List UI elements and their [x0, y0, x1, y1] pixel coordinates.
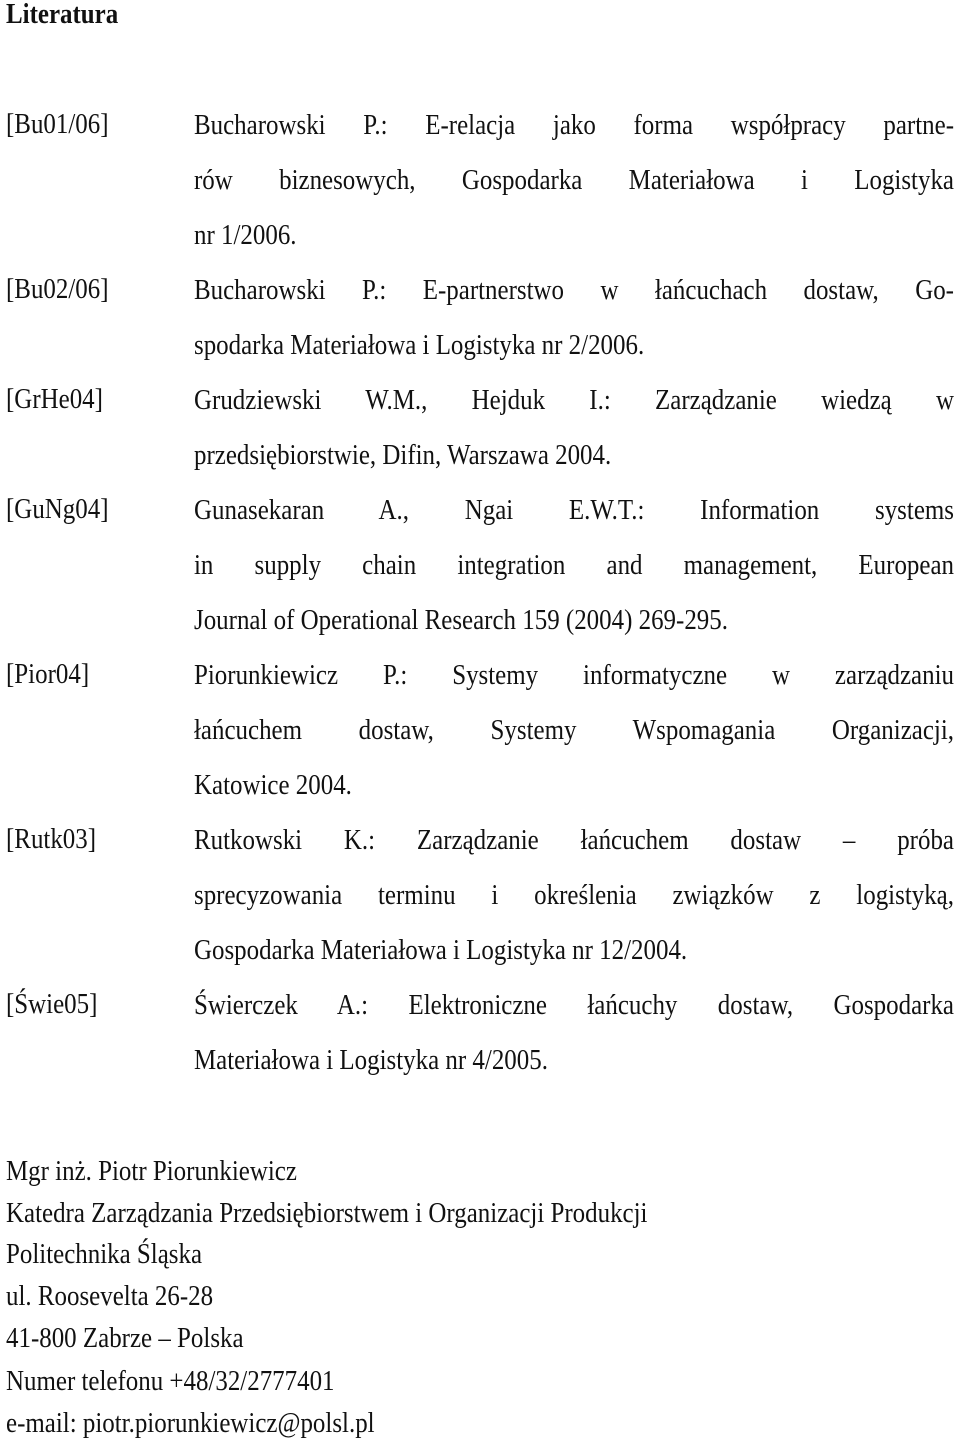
- reference-text-line: Rutkowski K.: Zarządzanie łańcuchem dost…: [194, 822, 954, 858]
- reference-text: Gospodarka Materiałowa i Logistyka nr 12…: [194, 934, 688, 966]
- reference-text-line: Gospodarka Materiałowa i Logistyka nr 12…: [194, 932, 954, 968]
- reference-text-line: przedsiębiorstwie, Difin, Warszawa 2004.: [194, 437, 954, 473]
- reference-key: [GuNg04]: [6, 493, 109, 525]
- reference-text-line: Katowice 2004.: [194, 767, 954, 803]
- reference-text-line: nr 1/2006.: [194, 217, 954, 253]
- reference-text: Rutkowski K.: Zarządzanie łańcuchem dost…: [194, 824, 954, 856]
- reference-text-line: sprecyzowania terminu i określenia związ…: [194, 877, 954, 913]
- reference-key: [Bu01/06]: [6, 108, 109, 140]
- reference-text-line: in supply chain integration and manageme…: [194, 547, 954, 583]
- reference-text: rów biznesowych, Gospodarka Materiałowa …: [194, 164, 954, 196]
- reference-key: [Świe05]: [6, 988, 98, 1020]
- reference-key: [Bu02/06]: [6, 273, 109, 305]
- reference-text-line: Materiałowa i Logistyka nr 4/2005.: [194, 1042, 954, 1078]
- reference-key: [Rutk03]: [6, 823, 97, 855]
- author-email[interactable]: e-mail: piotr.piorunkiewicz@polsl.pl: [6, 1407, 375, 1440]
- reference-text-line: Świerczek A.: Elektroniczne łańcuchy dos…: [194, 987, 954, 1023]
- reference-text-line: Journal of Operational Research 159 (200…: [194, 602, 954, 638]
- reference-text: Świerczek A.: Elektroniczne łańcuchy dos…: [194, 989, 954, 1021]
- reference-text: przedsiębiorstwie, Difin, Warszawa 2004.: [194, 439, 612, 471]
- reference-text: łańcuchem dostaw, Systemy Wspomagania Or…: [194, 714, 954, 746]
- reference-text: spodarka Materiałowa i Logistyka nr 2/20…: [194, 329, 645, 361]
- reference-text-line: Bucharowski P.: E-partnerstwo w łańcucha…: [194, 272, 954, 308]
- reference-text: Materiałowa i Logistyka nr 4/2005.: [194, 1044, 548, 1076]
- reference-text-line: Bucharowski P.: E-relacja jako forma wsp…: [194, 107, 954, 143]
- reference-text: Gunasekaran A., Ngai E.W.T.: Information…: [194, 494, 954, 526]
- reference-text-line: Piorunkiewicz P.: Systemy informatyczne …: [194, 657, 954, 693]
- reference-text: nr 1/2006.: [194, 219, 297, 251]
- reference-text-line: łańcuchem dostaw, Systemy Wspomagania Or…: [194, 712, 954, 748]
- reference-text: Piorunkiewicz P.: Systemy informatyczne …: [194, 659, 954, 691]
- reference-text-line: spodarka Materiałowa i Logistyka nr 2/20…: [194, 327, 954, 363]
- reference-text-line: rów biznesowych, Gospodarka Materiałowa …: [194, 162, 954, 198]
- section-heading: Literatura: [6, 0, 119, 30]
- author-street: ul. Roosevelta 26-28: [6, 1280, 214, 1312]
- reference-text: in supply chain integration and manageme…: [194, 549, 954, 581]
- author-department: Katedra Zarządzania Przedsiębiorstwem i …: [6, 1197, 648, 1229]
- author-name: Mgr inż. Piotr Piorunkiewicz: [6, 1155, 297, 1187]
- reference-text: Katowice 2004.: [194, 769, 352, 801]
- reference-text-line: Gunasekaran A., Ngai E.W.T.: Information…: [194, 492, 954, 528]
- author-phone: Numer telefonu +48/32/2777401: [6, 1365, 335, 1397]
- reference-text: Grudziewski W.M., Hejduk I.: Zarządzanie…: [194, 384, 954, 416]
- reference-key: [Pior04]: [6, 658, 90, 690]
- reference-text: Bucharowski P.: E-relacja jako forma wsp…: [194, 109, 954, 141]
- author-city: 41-800 Zabrze – Polska: [6, 1322, 244, 1354]
- reference-text: Bucharowski P.: E-partnerstwo w łańcucha…: [194, 274, 954, 306]
- reference-text: sprecyzowania terminu i określenia związ…: [194, 879, 954, 911]
- reference-key: [GrHe04]: [6, 383, 103, 415]
- author-university: Politechnika Śląska: [6, 1238, 203, 1270]
- reference-text: Journal of Operational Research 159 (200…: [194, 604, 728, 636]
- reference-text-line: Grudziewski W.M., Hejduk I.: Zarządzanie…: [194, 382, 954, 418]
